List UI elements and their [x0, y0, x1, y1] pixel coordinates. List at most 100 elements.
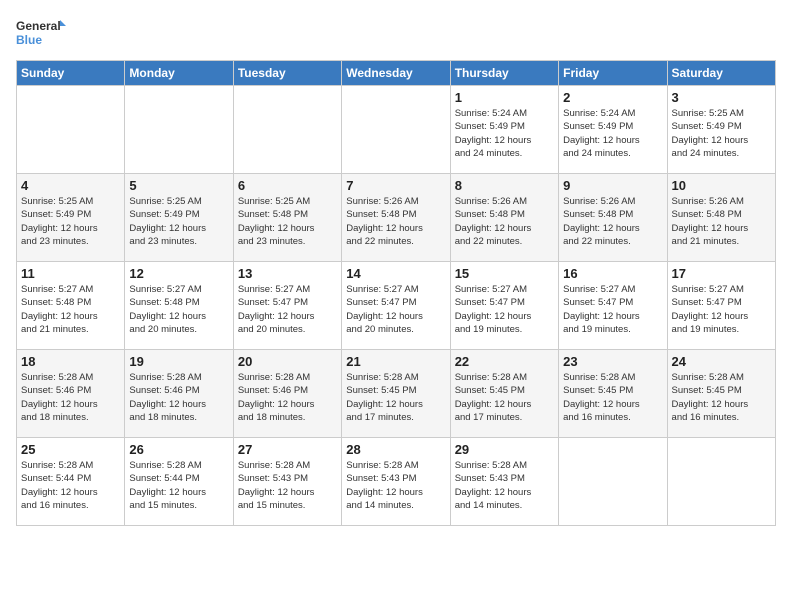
page-header: General Blue: [16, 16, 776, 52]
svg-text:Blue: Blue: [16, 33, 42, 47]
day-number: 24: [672, 354, 771, 369]
calendar-week-2: 4 Sunrise: 5:25 AM Sunset: 5:49 PM Daylig…: [17, 174, 776, 262]
calendar-cell: 29 Sunrise: 5:28 AM Sunset: 5:43 PM Dayli…: [450, 438, 558, 526]
day-info: Sunrise: 5:26 AM Sunset: 5:48 PM Dayligh…: [563, 195, 662, 248]
calendar-cell: 28 Sunrise: 5:28 AM Sunset: 5:43 PM Dayli…: [342, 438, 450, 526]
logo: General Blue: [16, 16, 66, 52]
day-info: Sunrise: 5:28 AM Sunset: 5:45 PM Dayligh…: [563, 371, 662, 424]
calendar-table: SundayMondayTuesdayWednesdayThursdayFrid…: [16, 60, 776, 526]
calendar-cell: 3 Sunrise: 5:25 AM Sunset: 5:49 PM Daylig…: [667, 86, 775, 174]
day-number: 1: [455, 90, 554, 105]
day-info: Sunrise: 5:26 AM Sunset: 5:48 PM Dayligh…: [346, 195, 445, 248]
day-number: 8: [455, 178, 554, 193]
day-info: Sunrise: 5:27 AM Sunset: 5:47 PM Dayligh…: [346, 283, 445, 336]
calendar-cell: 9Sunrise: 5:26 AM Sunset: 5:48 PM Daylig…: [559, 174, 667, 262]
calendar-cell: 11Sunrise: 5:27 AM Sunset: 5:48 PM Dayli…: [17, 262, 125, 350]
svg-text:General: General: [16, 19, 61, 33]
day-info: Sunrise: 5:25 AM Sunset: 5:49 PM Dayligh…: [129, 195, 228, 248]
calendar-cell: 4 Sunrise: 5:25 AM Sunset: 5:49 PM Daylig…: [17, 174, 125, 262]
weekday-header-friday: Friday: [559, 61, 667, 86]
day-info: Sunrise: 5:26 AM Sunset: 5:48 PM Dayligh…: [672, 195, 771, 248]
calendar-cell: 18Sunrise: 5:28 AM Sunset: 5:46 PM Dayli…: [17, 350, 125, 438]
day-info: Sunrise: 5:24 AM Sunset: 5:49 PM Dayligh…: [455, 107, 554, 160]
day-number: 17: [672, 266, 771, 281]
calendar-cell: 16Sunrise: 5:27 AM Sunset: 5:47 PM Dayli…: [559, 262, 667, 350]
calendar-cell: 27 Sunrise: 5:28 AM Sunset: 5:43 PM Dayli…: [233, 438, 341, 526]
calendar-cell: 2 Sunrise: 5:24 AM Sunset: 5:49 PM Daylig…: [559, 86, 667, 174]
calendar-cell: [342, 86, 450, 174]
day-info: Sunrise: 5:28 AM Sunset: 5:45 PM Dayligh…: [455, 371, 554, 424]
day-number: 26: [129, 442, 228, 457]
day-number: 25: [21, 442, 120, 457]
day-info: Sunrise: 5:28 AM Sunset: 5:43 PM Dayligh…: [238, 459, 337, 512]
day-number: 6: [238, 178, 337, 193]
calendar-cell: 13 Sunrise: 5:27 AM Sunset: 5:47 PM Dayli…: [233, 262, 341, 350]
calendar-cell: 7 Sunrise: 5:26 AM Sunset: 5:48 PM Daylig…: [342, 174, 450, 262]
weekday-header-tuesday: Tuesday: [233, 61, 341, 86]
day-info: Sunrise: 5:25 AM Sunset: 5:49 PM Dayligh…: [672, 107, 771, 160]
calendar-cell: 25Sunrise: 5:28 AM Sunset: 5:44 PM Dayli…: [17, 438, 125, 526]
day-info: Sunrise: 5:27 AM Sunset: 5:47 PM Dayligh…: [672, 283, 771, 336]
calendar-cell: 14 Sunrise: 5:27 AM Sunset: 5:47 PM Dayli…: [342, 262, 450, 350]
day-number: 20: [238, 354, 337, 369]
day-number: 16: [563, 266, 662, 281]
calendar-cell: 5Sunrise: 5:25 AM Sunset: 5:49 PM Daylig…: [125, 174, 233, 262]
calendar-cell: 10 Sunrise: 5:26 AM Sunset: 5:48 PM Dayli…: [667, 174, 775, 262]
day-number: 2: [563, 90, 662, 105]
weekday-header-wednesday: Wednesday: [342, 61, 450, 86]
day-info: Sunrise: 5:27 AM Sunset: 5:48 PM Dayligh…: [129, 283, 228, 336]
day-number: 21: [346, 354, 445, 369]
day-number: 14: [346, 266, 445, 281]
calendar-cell: 1 Sunrise: 5:24 AM Sunset: 5:49 PM Daylig…: [450, 86, 558, 174]
calendar-cell: 19 Sunrise: 5:28 AM Sunset: 5:46 PM Dayli…: [125, 350, 233, 438]
day-number: 22: [455, 354, 554, 369]
day-info: Sunrise: 5:27 AM Sunset: 5:47 PM Dayligh…: [455, 283, 554, 336]
day-info: Sunrise: 5:28 AM Sunset: 5:46 PM Dayligh…: [238, 371, 337, 424]
day-number: 11: [21, 266, 120, 281]
day-info: Sunrise: 5:28 AM Sunset: 5:43 PM Dayligh…: [346, 459, 445, 512]
calendar-cell: 24 Sunrise: 5:28 AM Sunset: 5:45 PM Dayli…: [667, 350, 775, 438]
day-number: 18: [21, 354, 120, 369]
day-number: 3: [672, 90, 771, 105]
day-number: 7: [346, 178, 445, 193]
day-info: Sunrise: 5:28 AM Sunset: 5:45 PM Dayligh…: [672, 371, 771, 424]
calendar-cell: 22 Sunrise: 5:28 AM Sunset: 5:45 PM Dayli…: [450, 350, 558, 438]
calendar-cell: 6 Sunrise: 5:25 AM Sunset: 5:48 PM Daylig…: [233, 174, 341, 262]
day-info: Sunrise: 5:26 AM Sunset: 5:48 PM Dayligh…: [455, 195, 554, 248]
day-info: Sunrise: 5:25 AM Sunset: 5:48 PM Dayligh…: [238, 195, 337, 248]
weekday-header-saturday: Saturday: [667, 61, 775, 86]
day-info: Sunrise: 5:28 AM Sunset: 5:44 PM Dayligh…: [129, 459, 228, 512]
day-number: 15: [455, 266, 554, 281]
weekday-header-sunday: Sunday: [17, 61, 125, 86]
day-info: Sunrise: 5:24 AM Sunset: 5:49 PM Dayligh…: [563, 107, 662, 160]
day-info: Sunrise: 5:27 AM Sunset: 5:47 PM Dayligh…: [238, 283, 337, 336]
calendar-cell: [233, 86, 341, 174]
day-number: 12: [129, 266, 228, 281]
calendar-week-4: 18 Sunrise: 5:28 AM Sunset: 5:46 PM Dayli…: [17, 350, 776, 438]
calendar-week-1: 1 Sunrise: 5:24 AM Sunset: 5:49 PM Daylig…: [17, 86, 776, 174]
day-number: 19: [129, 354, 228, 369]
day-info: Sunrise: 5:28 AM Sunset: 5:45 PM Dayligh…: [346, 371, 445, 424]
day-info: Sunrise: 5:28 AM Sunset: 5:46 PM Dayligh…: [129, 371, 228, 424]
day-number: 23: [563, 354, 662, 369]
calendar-cell: 12 Sunrise: 5:27 AM Sunset: 5:48 PM Dayli…: [125, 262, 233, 350]
day-info: Sunrise: 5:28 AM Sunset: 5:43 PM Dayligh…: [455, 459, 554, 512]
logo-svg: General Blue: [16, 16, 66, 52]
weekday-header-monday: Monday: [125, 61, 233, 86]
calendar-cell: 23 Sunrise: 5:28 AM Sunset: 5:45 PM Dayli…: [559, 350, 667, 438]
day-info: Sunrise: 5:25 AM Sunset: 5:49 PM Dayligh…: [21, 195, 120, 248]
weekday-header-thursday: Thursday: [450, 61, 558, 86]
day-number: 28: [346, 442, 445, 457]
day-number: 27: [238, 442, 337, 457]
day-number: 4: [21, 178, 120, 193]
calendar-cell: [125, 86, 233, 174]
calendar-cell: [559, 438, 667, 526]
day-number: 29: [455, 442, 554, 457]
day-number: 10: [672, 178, 771, 193]
calendar-week-3: 11 Sunrise: 5:27 AM Sunset: 5:48 PM Dayli…: [17, 262, 776, 350]
weekday-header-row: SundayMondayTuesdayWednesdayThursdayFrid…: [17, 61, 776, 86]
calendar-cell: 8 Sunrise: 5:26 AM Sunset: 5:48 PM Daylig…: [450, 174, 558, 262]
calendar-cell: 26 Sunrise: 5:28 AM Sunset: 5:44 PM Dayli…: [125, 438, 233, 526]
day-number: 13: [238, 266, 337, 281]
calendar-cell: 15 Sunrise: 5:27 AM Sunset: 5:47 PM Dayli…: [450, 262, 558, 350]
